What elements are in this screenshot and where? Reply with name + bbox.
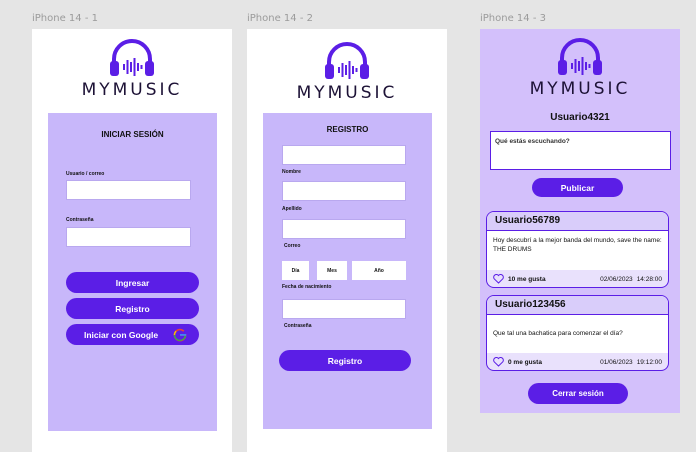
password-input[interactable] bbox=[282, 299, 406, 319]
user-label: Usuario / correo bbox=[66, 171, 105, 177]
publish-button[interactable]: Publicar bbox=[532, 178, 623, 197]
post-username[interactable]: Usuario56789 bbox=[487, 212, 668, 231]
post-time: 19:12:00 bbox=[636, 358, 662, 366]
login-panel: INICIAR SESIÓN Usuario / correo Contrase… bbox=[48, 113, 217, 431]
post-text: Hoy descubrí a la mejor banda del mundo,… bbox=[487, 231, 668, 270]
register-button[interactable]: Registro bbox=[66, 298, 199, 319]
post-date: 01/06/2023 bbox=[600, 358, 633, 366]
post-username[interactable]: Usuario123456 bbox=[487, 296, 668, 315]
post-card: Usuario123456 Que tal una bachatica para… bbox=[486, 295, 669, 371]
login-title: INICIAR SESIÓN bbox=[101, 130, 164, 139]
headphones-soundwave-icon bbox=[325, 42, 369, 79]
current-username: Usuario4321 bbox=[550, 112, 610, 123]
google-icon bbox=[173, 328, 187, 342]
brand-logo: MYMUSIC bbox=[247, 42, 447, 103]
birth-day-input[interactable]: Día bbox=[282, 261, 309, 280]
name-input[interactable] bbox=[282, 145, 406, 165]
frame-label-1: iPhone 14 - 1 bbox=[32, 13, 98, 24]
brand-name: MYMUSIC bbox=[81, 80, 183, 100]
post-text: Que tal una bachatica para comenzar el d… bbox=[487, 315, 668, 353]
heart-icon[interactable] bbox=[493, 274, 504, 284]
register-title: REGISTRO bbox=[326, 125, 369, 134]
headphones-soundwave-icon bbox=[558, 38, 602, 75]
logout-button[interactable]: Cerrar sesión bbox=[528, 383, 628, 404]
password-input[interactable] bbox=[66, 227, 191, 247]
brand-logo: MYMUSIC bbox=[480, 38, 680, 99]
email-input[interactable] bbox=[282, 219, 406, 239]
headphones-soundwave-icon bbox=[110, 39, 154, 76]
register-submit-button[interactable]: Registro bbox=[279, 350, 411, 371]
register-screen: MYMUSIC REGISTRO Nombre Apellido Correo … bbox=[247, 29, 447, 452]
password-label: Contraseña bbox=[284, 323, 312, 329]
frame-label-2: iPhone 14 - 2 bbox=[247, 13, 313, 24]
register-panel: REGISTRO Nombre Apellido Correo Día Mes … bbox=[263, 113, 432, 429]
surname-input[interactable] bbox=[282, 181, 406, 201]
birth-year-input[interactable]: Año bbox=[352, 261, 406, 280]
post-card: Usuario56789 Hoy descubrí a la mejor ban… bbox=[486, 211, 669, 288]
surname-label: Apellido bbox=[282, 206, 302, 212]
brand-name: MYMUSIC bbox=[529, 79, 631, 99]
birth-label: Fecha de nacimiento bbox=[282, 284, 332, 290]
login-screen: MYMUSIC INICIAR SESIÓN Usuario / correo … bbox=[32, 29, 232, 452]
compose-placeholder: Qué estás escuchando? bbox=[495, 138, 570, 145]
user-input[interactable] bbox=[66, 180, 191, 200]
like-count: 0 me gusta bbox=[508, 358, 542, 366]
birth-month-input[interactable]: Mes bbox=[317, 261, 347, 280]
post-time: 14:28:00 bbox=[636, 275, 662, 283]
frame-label-3: iPhone 14 - 3 bbox=[480, 13, 546, 24]
brand-name: MYMUSIC bbox=[296, 83, 398, 103]
login-button[interactable]: Ingresar bbox=[66, 272, 199, 293]
post-footer: 0 me gusta 01/06/2023 19:12:00 bbox=[487, 353, 668, 370]
post-footer: 10 me gusta 02/06/2023 14:28:00 bbox=[487, 270, 668, 287]
brand-logo: MYMUSIC bbox=[32, 39, 232, 100]
compose-input[interactable]: Qué estás escuchando? bbox=[490, 131, 671, 170]
google-button-label: Iniciar con Google bbox=[84, 329, 159, 340]
google-login-button[interactable]: Iniciar con Google bbox=[66, 324, 199, 345]
email-label: Correo bbox=[284, 243, 301, 249]
name-label: Nombre bbox=[282, 169, 301, 175]
password-label: Contraseña bbox=[66, 217, 94, 223]
heart-icon[interactable] bbox=[493, 357, 504, 367]
post-date: 02/06/2023 bbox=[600, 275, 633, 283]
like-count: 10 me gusta bbox=[508, 275, 546, 283]
